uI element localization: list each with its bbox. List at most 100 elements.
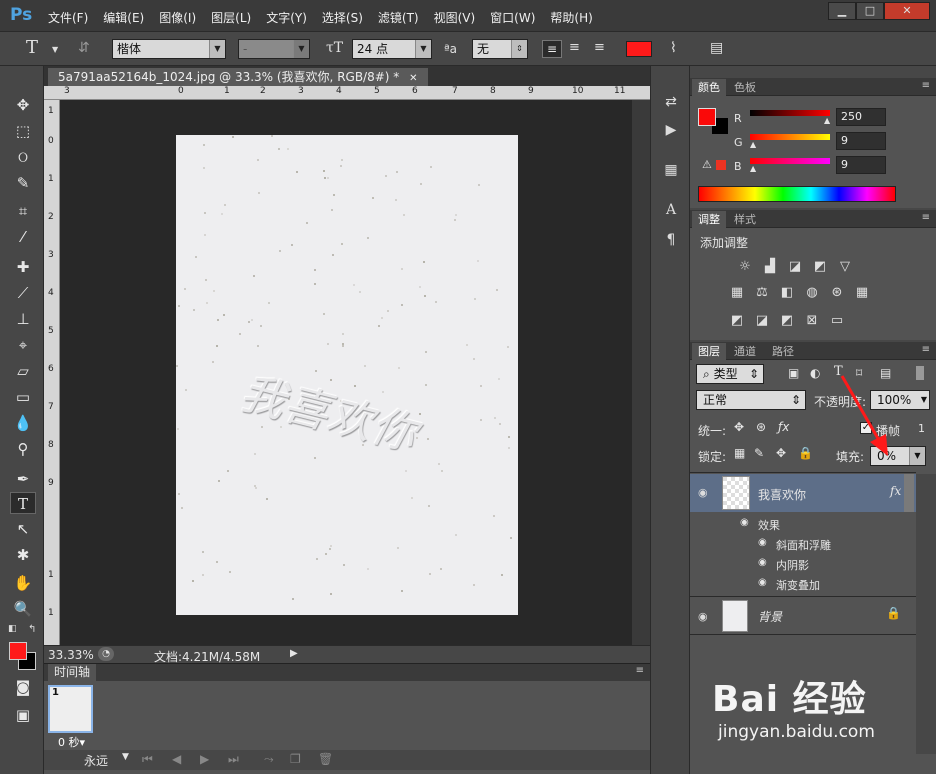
panel-menu-icon[interactable]: ≡ bbox=[922, 212, 930, 223]
visibility-eye-icon[interactable]: ◉ bbox=[698, 486, 708, 499]
unify-style-icon[interactable]: ƒx bbox=[778, 420, 789, 434]
marquee-tool-icon[interactable]: ⬚ bbox=[10, 120, 36, 142]
lock-all-icon[interactable]: 🔒 bbox=[798, 446, 813, 460]
panel-menu-icon[interactable]: ≡ bbox=[636, 665, 644, 676]
scrollbar-thumb[interactable] bbox=[904, 474, 914, 512]
healing-brush-tool-icon[interactable]: ✚ bbox=[10, 256, 36, 278]
frame-delay-select[interactable]: 0 秒▾ bbox=[58, 734, 85, 750]
tab-adjustments[interactable]: 调整 bbox=[692, 211, 726, 228]
chevron-down-icon[interactable]: ▼ bbox=[52, 45, 58, 54]
unify-position-icon[interactable]: ✥ bbox=[734, 420, 744, 434]
crop-tool-icon[interactable]: ⌗ bbox=[10, 200, 36, 222]
channel-mixer-icon[interactable]: ⊛ bbox=[826, 284, 848, 302]
menu-file[interactable]: 文件(F) bbox=[48, 9, 88, 26]
posterize-icon[interactable]: ◪ bbox=[751, 312, 773, 330]
brush-tool-icon[interactable]: ⟋ bbox=[10, 282, 36, 304]
text-color-swatch[interactable] bbox=[626, 41, 652, 57]
align-center-icon[interactable]: ≡ bbox=[569, 40, 580, 55]
lasso-tool-icon[interactable]: ଠ bbox=[10, 146, 36, 168]
tab-color[interactable]: 颜色 bbox=[692, 79, 726, 96]
foreground-color-swatch[interactable] bbox=[698, 108, 716, 126]
font-size-select[interactable]: 24 点 ▼ bbox=[352, 39, 432, 59]
screen-mode-icon[interactable]: ▣ bbox=[10, 704, 36, 726]
effect-visibility-icon[interactable]: ◉ bbox=[758, 537, 767, 548]
slider-handle[interactable]: ▲ bbox=[750, 140, 756, 149]
layer-name[interactable]: 我喜欢你 bbox=[758, 486, 806, 503]
r-value-field[interactable]: 250 bbox=[836, 108, 886, 126]
clone-stamp-tool-icon[interactable]: ⊥ bbox=[10, 308, 36, 330]
tab-paths[interactable]: 路径 bbox=[766, 343, 800, 360]
warning-icon[interactable]: ⚠ bbox=[702, 158, 712, 171]
tween-icon[interactable]: ⤳ bbox=[264, 752, 274, 767]
slider-handle[interactable]: ▲ bbox=[824, 116, 830, 125]
effects-row[interactable]: ◉ 效果 bbox=[690, 514, 916, 534]
swap-colors-icon[interactable]: ↰ bbox=[28, 624, 36, 635]
default-colors-icon[interactable]: ◧ bbox=[8, 624, 17, 634]
g-value-field[interactable]: 9 bbox=[836, 132, 886, 150]
zoom-tool-icon[interactable]: 🔍 bbox=[10, 598, 36, 620]
b-slider[interactable] bbox=[750, 158, 830, 164]
layers-scrollbar[interactable] bbox=[916, 474, 936, 754]
menu-window[interactable]: 窗口(W) bbox=[490, 9, 535, 26]
orientation-toggle-icon[interactable]: ⇵ bbox=[78, 40, 90, 56]
menu-filter[interactable]: 滤镜(T) bbox=[378, 9, 419, 26]
effect-row[interactable]: ◉ 斜面和浮雕 bbox=[690, 534, 916, 554]
tab-layers[interactable]: 图层 bbox=[692, 343, 726, 360]
blur-tool-icon[interactable]: 💧 bbox=[10, 412, 36, 434]
visibility-eye-icon[interactable]: ◉ bbox=[698, 610, 708, 623]
adjustment-filter-icon[interactable]: ◐ bbox=[810, 366, 820, 380]
layer-filter-select[interactable]: ⌕ 类型 ⇕ bbox=[696, 364, 764, 384]
b-value-field[interactable]: 9 bbox=[836, 156, 886, 174]
move-tool-icon[interactable]: ✥ bbox=[10, 94, 36, 116]
selective-color-icon[interactable]: ⊠ bbox=[801, 312, 823, 330]
unify-visibility-icon[interactable]: ⊛ bbox=[756, 420, 766, 434]
menu-type[interactable]: 文字(Y) bbox=[266, 9, 307, 26]
gradient-tool-icon[interactable]: ▭ bbox=[10, 386, 36, 408]
brightness-icon[interactable]: ☼ bbox=[734, 258, 756, 276]
play-right-icon[interactable]: ▶ bbox=[290, 648, 298, 659]
effect-row[interactable]: ◉ 渐变叠加 bbox=[690, 574, 916, 594]
paragraph-icon[interactable]: ¶ bbox=[661, 230, 681, 250]
duplicate-frame-icon[interactable]: ❐ bbox=[290, 752, 301, 766]
align-left-icon[interactable]: ≡ bbox=[542, 40, 562, 58]
lock-pixels-icon[interactable]: ✎ bbox=[754, 446, 764, 460]
effect-visibility-icon[interactable]: ◉ bbox=[758, 577, 767, 588]
warp-text-icon[interactable]: ⌇ bbox=[670, 40, 677, 56]
color-lookup-icon[interactable]: ▦ bbox=[851, 284, 873, 302]
menu-edit[interactable]: 编辑(E) bbox=[103, 9, 144, 26]
vibrance-icon[interactable]: ▽ bbox=[834, 258, 856, 276]
tab-styles[interactable]: 样式 bbox=[728, 211, 762, 228]
close-button[interactable]: ✕ bbox=[884, 2, 930, 20]
color-ramp[interactable] bbox=[698, 186, 896, 202]
maximize-button[interactable]: □ bbox=[856, 2, 884, 20]
type-tool-preset-icon[interactable]: T bbox=[26, 37, 38, 58]
pixel-filter-icon[interactable]: ▣ bbox=[788, 366, 799, 380]
levels-icon[interactable]: ▟ bbox=[759, 258, 781, 276]
path-select-tool-icon[interactable]: ↖ bbox=[10, 518, 36, 540]
quick-mask-icon[interactable]: ◙ bbox=[10, 676, 36, 698]
tab-swatches[interactable]: 色板 bbox=[728, 79, 762, 96]
actions-icon[interactable]: ▶ bbox=[661, 120, 681, 140]
shape-tool-icon[interactable]: ✱ bbox=[10, 544, 36, 566]
lock-position-icon[interactable]: ✥ bbox=[776, 446, 786, 460]
first-frame-icon[interactable]: ⏮ bbox=[142, 752, 153, 767]
history-brush-tool-icon[interactable]: ⌖ bbox=[10, 334, 36, 356]
zoom-level[interactable]: 33.33% bbox=[48, 648, 94, 662]
gamut-swatch[interactable] bbox=[716, 160, 726, 170]
curves-icon[interactable]: ◪ bbox=[784, 258, 806, 276]
menu-help[interactable]: 帮助(H) bbox=[550, 9, 592, 26]
pen-tool-icon[interactable]: ✒ bbox=[10, 468, 36, 490]
tab-channels[interactable]: 通道 bbox=[728, 343, 762, 360]
fx-badge[interactable]: fx bbox=[890, 484, 901, 498]
eraser-tool-icon[interactable]: ▱ bbox=[10, 360, 36, 382]
filter-toggle[interactable] bbox=[916, 366, 924, 380]
menu-select[interactable]: 选择(S) bbox=[322, 9, 363, 26]
effect-row[interactable]: ◉ 内阴影 bbox=[690, 554, 916, 574]
r-slider[interactable] bbox=[750, 110, 830, 116]
minimize-button[interactable]: ▁ bbox=[828, 2, 856, 20]
timeline-tab[interactable]: 时间轴 bbox=[48, 664, 97, 681]
layer-name[interactable]: 背景 bbox=[758, 608, 782, 625]
align-right-icon[interactable]: ≡ bbox=[594, 40, 605, 55]
photo-filter-icon[interactable]: ◍ bbox=[801, 284, 823, 302]
menu-layer[interactable]: 图层(L) bbox=[211, 9, 251, 26]
